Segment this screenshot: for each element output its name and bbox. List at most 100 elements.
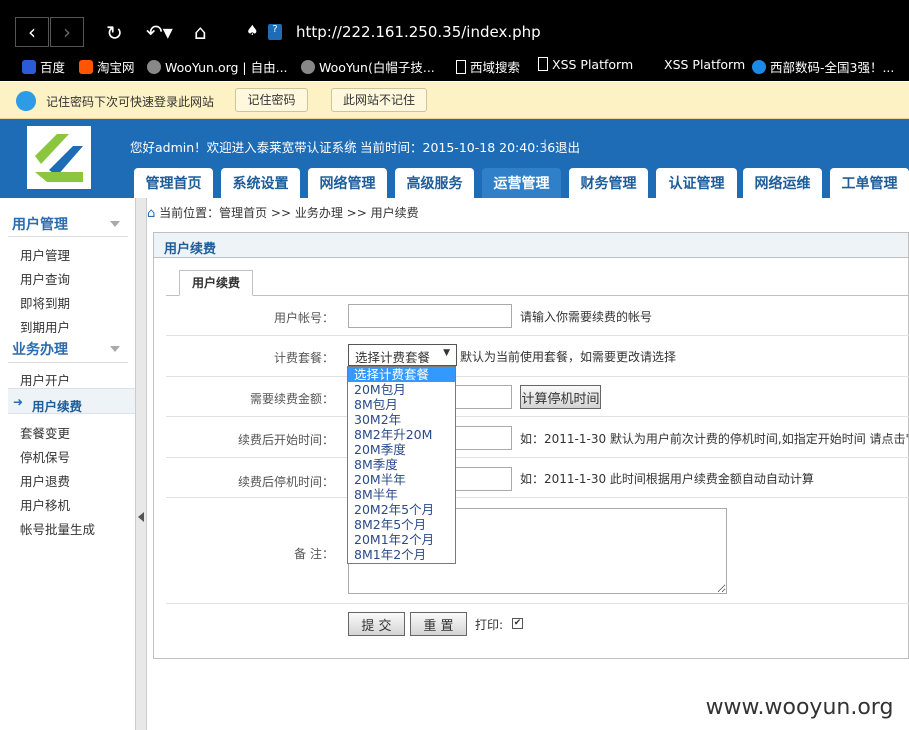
current-time: 当前时间：2015-10-18 20:40:36 xyxy=(360,140,556,155)
back-button[interactable]: ‹ xyxy=(15,17,49,47)
bookmark-item[interactable]: XSS Platform xyxy=(664,57,745,72)
welcome-text: 您好admin！欢迎进入泰莱宽带认证系统 xyxy=(130,140,357,155)
plan-dropdown-list[interactable]: 选择计费套餐 20M包月 8M包月 30M2年 8M2年升20M 20M季度 8… xyxy=(347,366,456,564)
print-checkbox[interactable]: ✔ xyxy=(512,618,523,629)
home-icon: ⌂ xyxy=(147,206,156,221)
tab-netops[interactable]: 网络运维 xyxy=(743,168,822,198)
plan-label: 计费套餐： xyxy=(273,351,334,365)
sidebar-item-open-account[interactable]: 用户开户 xyxy=(20,370,70,389)
stop-time-hint: 如：2011-1-30 此时间根据用户续费金额自动自动计算 xyxy=(520,472,814,486)
plan-option[interactable]: 8M季度 xyxy=(348,457,455,472)
watermark: www.wooyun.org xyxy=(690,685,909,730)
sidebar-item-suspend[interactable]: 停机保号 xyxy=(20,447,70,466)
wooyun-icon xyxy=(301,60,315,74)
sidebar-item-user-manage[interactable]: 用户管理 xyxy=(20,245,70,264)
tab-advanced[interactable]: 高级服务 xyxy=(395,168,474,198)
tab-home[interactable]: 管理首页 xyxy=(134,168,213,198)
plan-option[interactable]: 20M半年 xyxy=(348,472,455,487)
print-label: 打印: xyxy=(475,618,504,632)
logout-link[interactable]: 退出 xyxy=(555,137,580,156)
bookmark-item[interactable]: WooYun.org | 自由... xyxy=(147,57,288,76)
plan-select[interactable]: 选择计费套餐 ▼ xyxy=(348,344,457,366)
tab-network[interactable]: 网络管理 xyxy=(308,168,387,198)
arrow-right-icon: ➜ xyxy=(13,395,24,409)
panel-title: 用户续费 xyxy=(154,233,908,258)
plan-option[interactable]: 选择计费套餐 xyxy=(348,367,455,382)
divider: | xyxy=(348,138,353,152)
bookmark-item[interactable]: WooYun(白帽子技... xyxy=(301,57,435,76)
plan-option[interactable]: 8M2年升20M xyxy=(348,427,455,442)
shield-icon: ? xyxy=(268,24,282,40)
tab-workorder[interactable]: 工单管理 xyxy=(830,168,909,198)
sidebar-item-expiring[interactable]: 即将到期 xyxy=(20,293,70,312)
plan-option[interactable]: 30M2年 xyxy=(348,412,455,427)
sidebar-section-business[interactable]: 业务办理 xyxy=(12,339,68,359)
taobao-icon xyxy=(79,60,93,74)
password-message: 记住密码下次可快速登录此网站 xyxy=(46,95,215,109)
plan-option[interactable]: 8M包月 xyxy=(348,397,455,412)
plan-option[interactable]: 8M1年2个月 xyxy=(348,547,455,562)
logo xyxy=(27,126,91,189)
sidebar-item-relocate[interactable]: 用户移机 xyxy=(20,495,70,514)
calc-stop-time-button[interactable]: 计算停机时间 xyxy=(520,385,601,409)
collapse-icon[interactable] xyxy=(138,512,144,522)
tab-system[interactable]: 系统设置 xyxy=(221,168,300,198)
baidu-icon xyxy=(22,60,36,74)
tab-renew[interactable]: 用户续费 xyxy=(179,270,253,296)
security-icon: ♠ xyxy=(246,23,259,39)
plan-option[interactable]: 8M2年5个月 xyxy=(348,517,455,532)
breadcrumb-text: 当前位置：管理首页 >> 业务办理 >> 用户续费 xyxy=(159,206,419,220)
remember-password-button[interactable]: 记住密码 xyxy=(235,88,308,112)
breadcrumb: ⌂ 当前位置：管理首页 >> 业务办理 >> 用户续费 xyxy=(147,204,419,221)
submit-button[interactable]: 提 交 xyxy=(348,612,405,636)
undo-icon[interactable]: ↶▾ xyxy=(146,20,173,44)
sidebar-item-renew[interactable]: 用户续费 xyxy=(32,396,82,415)
info-icon xyxy=(16,91,36,111)
page-icon xyxy=(456,60,466,74)
home-icon[interactable]: ⌂ xyxy=(194,20,207,44)
forward-button[interactable]: › xyxy=(50,17,84,47)
divider: | xyxy=(543,138,548,152)
sidebar-splitter[interactable] xyxy=(135,198,147,730)
sidebar-section-user[interactable]: 用户管理 xyxy=(12,214,68,234)
password-bar: 记住密码下次可快速登录此网站 记住密码 此网站不记住 xyxy=(0,82,909,119)
main-panel: 用户续费 用户续费 用户帐号： 请输入你需要续费的帐号 计费套餐： 选择计费套餐… xyxy=(153,232,909,659)
start-time-hint: 如：2011-1-30 默认为用户前次计费的停机时间,如指定开始时间 请点击"计 xyxy=(520,432,909,446)
sidebar-item-batch-create[interactable]: 帐号批量生成 xyxy=(20,519,95,538)
plan-option[interactable]: 8M半年 xyxy=(348,487,455,502)
bookmark-item[interactable]: 淘宝网 xyxy=(79,57,135,76)
sidebar-item-expired[interactable]: 到期用户 xyxy=(20,317,70,336)
bookmark-item[interactable]: XSS Platform xyxy=(538,57,633,72)
browser-toolbar: ‹ › ↻ ↶▾ ⌂ ♠ ? http://222.161.250.35/ind… xyxy=(0,0,909,50)
account-hint: 请输入你需要续费的帐号 xyxy=(520,310,653,324)
bookmark-item[interactable]: 百度 xyxy=(22,57,65,76)
plan-option[interactable]: 20M季度 xyxy=(348,442,455,457)
url-bar[interactable]: http://222.161.250.35/index.php xyxy=(296,23,541,41)
tab-auth[interactable]: 认证管理 xyxy=(656,168,737,198)
app-header: 您好admin！欢迎进入泰莱宽带认证系统 | 当前时间：2015-10-18 2… xyxy=(0,119,909,198)
account-input[interactable] xyxy=(348,304,512,328)
plan-option[interactable]: 20M1年2个月 xyxy=(348,532,455,547)
never-remember-button[interactable]: 此网站不记住 xyxy=(331,88,427,112)
chevron-down-icon[interactable] xyxy=(110,346,120,352)
sidebar-item-refund[interactable]: 用户退费 xyxy=(20,471,70,490)
tab-finance[interactable]: 财务管理 xyxy=(569,168,648,198)
bookmark-item[interactable]: 西部数码-全国3强！... xyxy=(752,57,894,76)
amount-label: 需要续费金额： xyxy=(249,392,334,406)
bookmark-item[interactable]: 西域搜索 xyxy=(456,57,520,76)
reset-button[interactable]: 重 置 xyxy=(410,612,467,636)
west-icon xyxy=(752,60,766,74)
chevron-down-icon[interactable] xyxy=(110,221,120,227)
dropdown-arrow-icon[interactable]: ▼ xyxy=(443,348,450,358)
plan-option[interactable]: 20M2年5个月 xyxy=(348,502,455,517)
reload-icon[interactable]: ↻ xyxy=(106,21,123,45)
plan-option[interactable]: 20M包月 xyxy=(348,382,455,397)
sidebar-item-user-query[interactable]: 用户查询 xyxy=(20,269,70,288)
tab-operation[interactable]: 运营管理 xyxy=(482,168,561,198)
remark-label: 备 注： xyxy=(294,547,334,561)
stop-time-label: 续费后停机时间： xyxy=(237,475,334,489)
plan-select-value: 选择计费套餐 xyxy=(355,350,431,365)
sidebar-item-plan-change[interactable]: 套餐变更 xyxy=(20,423,70,442)
account-label: 用户帐号： xyxy=(273,311,334,325)
page-icon xyxy=(538,57,548,71)
